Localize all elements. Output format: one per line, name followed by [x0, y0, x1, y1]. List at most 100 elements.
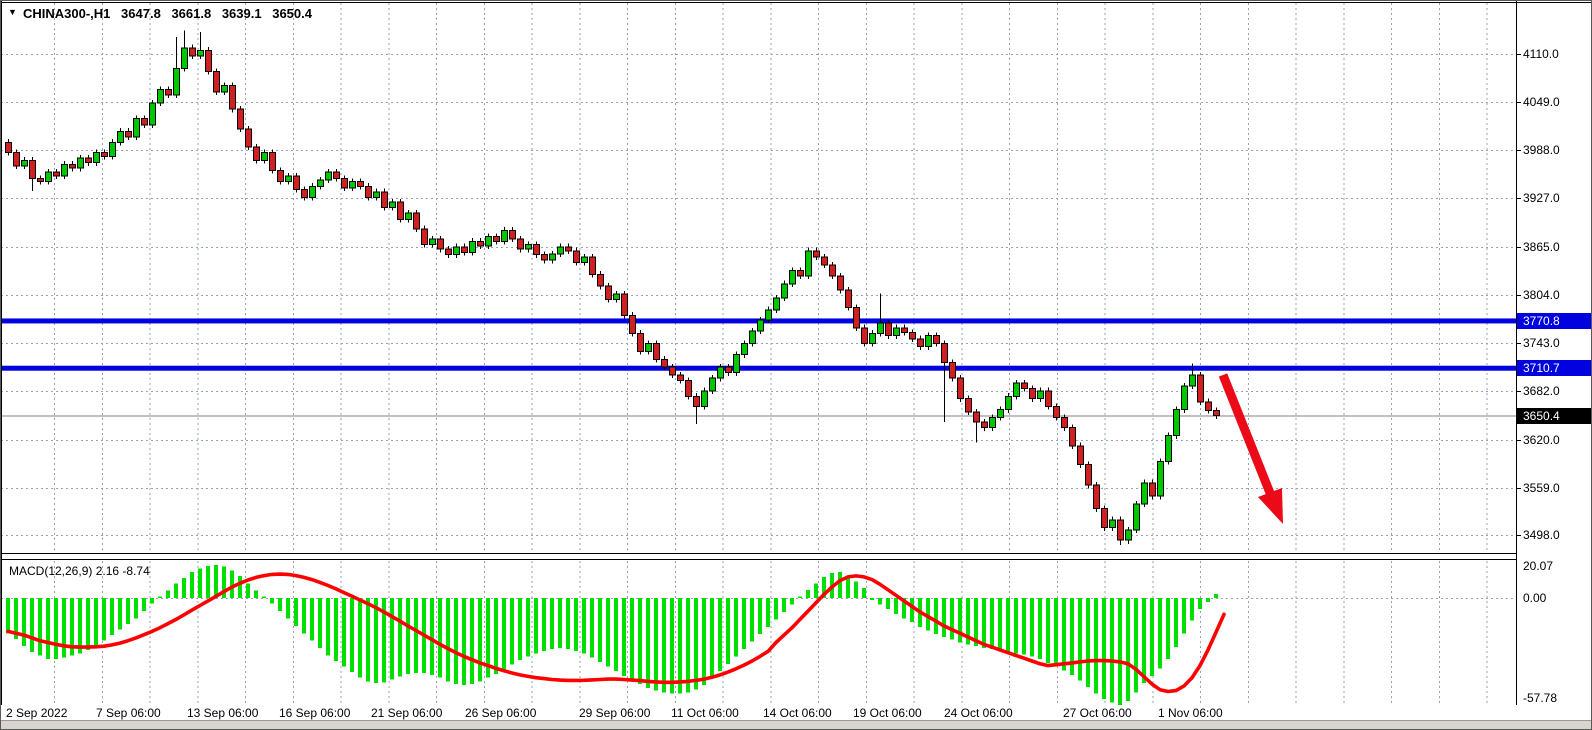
candle-body — [318, 180, 324, 186]
candle-body — [190, 48, 196, 56]
candle-body — [1030, 388, 1036, 398]
macd-histogram-bar — [150, 598, 154, 604]
macd-histogram-bar — [934, 598, 938, 634]
macd-histogram-bar — [910, 598, 914, 622]
macd-histogram-bar — [182, 578, 186, 598]
candle-body — [270, 152, 276, 170]
candle-body — [582, 257, 588, 263]
candle-body — [646, 344, 652, 352]
candle-body — [62, 164, 68, 176]
macd-histogram-bar — [94, 598, 98, 646]
candle-body — [510, 230, 516, 239]
macd-histogram-bar — [566, 598, 570, 649]
candle-body — [494, 237, 500, 242]
price-tick-label: 3682.0 — [1523, 384, 1560, 399]
candle-body — [406, 213, 412, 219]
macd-histogram-bar — [118, 598, 122, 629]
candle-body — [1158, 462, 1164, 497]
macd-histogram-bar — [230, 570, 234, 598]
candle-body — [950, 362, 956, 378]
macd-histogram-bar — [286, 598, 290, 618]
candle-body — [1054, 407, 1060, 418]
time-tick-label: 14 Oct 06:00 — [763, 706, 832, 721]
candle-body — [238, 109, 244, 129]
trend-arrow-head[interactable] — [1258, 488, 1283, 524]
candle-body — [718, 367, 724, 378]
candle-body — [1102, 509, 1108, 528]
macd-histogram-bar — [734, 598, 738, 656]
candle-body — [286, 176, 292, 182]
candle-body — [598, 274, 604, 286]
candle-body — [1118, 520, 1124, 540]
macd-histogram-bar — [990, 598, 994, 649]
price-tick-label: 4110.0 — [1523, 47, 1559, 62]
time-tick-label: 19 Oct 06:00 — [853, 706, 922, 721]
macd-histogram-bar — [854, 581, 858, 598]
candle-body — [150, 103, 156, 125]
macd-histogram-bar — [1182, 598, 1186, 633]
macd-histogram-bar — [790, 598, 794, 604]
horizontal-line-object[interactable] — [1, 366, 1516, 371]
candle-body — [350, 182, 356, 188]
macd-histogram-bar — [726, 598, 730, 664]
macd-histogram-bar — [446, 598, 450, 681]
candle-body — [854, 307, 860, 327]
candle-body — [694, 396, 700, 406]
macd-histogram-bar — [582, 598, 586, 653]
candle-body — [1206, 402, 1212, 411]
hline-price-label: 3710.7 — [1517, 360, 1592, 376]
macd-histogram-bar — [414, 598, 418, 673]
time-tick-label: 1 Nov 06:00 — [1158, 706, 1223, 721]
price-tick-label: 3498.0 — [1523, 528, 1560, 543]
candle-body — [1126, 530, 1132, 540]
macd-histogram-bar — [1062, 598, 1066, 670]
candle-body — [230, 86, 236, 110]
macd-histogram-bar — [438, 598, 442, 678]
candle-body — [462, 247, 468, 253]
candle-body — [358, 182, 364, 187]
candle-body — [942, 344, 948, 363]
macd-histogram-bar — [598, 598, 602, 662]
candle-body — [222, 86, 228, 92]
candle-body — [486, 237, 492, 246]
macd-histogram-bar — [270, 598, 274, 604]
macd-histogram-bar — [334, 598, 338, 661]
candle-body — [726, 367, 732, 373]
macd-histogram-bar — [318, 598, 322, 648]
macd-histogram-bar — [1014, 598, 1018, 653]
candle-body — [422, 229, 428, 245]
macd-histogram-bar — [454, 598, 458, 684]
hline-price-label: 3770.8 — [1517, 313, 1592, 329]
candle-body — [1190, 375, 1196, 386]
price-tick-label: 3743.0 — [1523, 336, 1560, 351]
candle-body — [142, 119, 148, 125]
macd-histogram-bar — [390, 598, 394, 679]
macd-histogram-bar — [502, 598, 506, 669]
ohlc-low: 3639.1 — [222, 6, 262, 21]
chart-canvas[interactable] — [1, 1, 1592, 730]
price-tick-label: 4049.0 — [1523, 95, 1560, 110]
price-tick-label: 3927.0 — [1523, 191, 1560, 206]
ohlc-open: 3647.8 — [121, 6, 161, 21]
macd-histogram-bar — [606, 598, 610, 666]
time-axis[interactable]: 2 Sep 20227 Sep 06:0013 Sep 06:0016 Sep … — [1, 705, 1592, 720]
macd-histogram-bar — [1054, 598, 1058, 666]
symbol-period-label: CHINA300-,H1 — [23, 6, 110, 21]
macd-zero-label: 0.00 — [1523, 591, 1546, 606]
trend-arrow-shaft[interactable] — [1223, 375, 1270, 493]
macd-histogram-bar — [558, 598, 562, 648]
time-tick-label: 24 Oct 06:00 — [944, 706, 1013, 721]
macd-histogram-bar — [326, 598, 330, 655]
symbol-dropdown-icon[interactable]: ▼ — [8, 7, 17, 17]
candle-body — [1134, 504, 1140, 530]
macd-histogram-bar — [662, 598, 666, 692]
macd-histogram-bar — [654, 598, 658, 690]
macd-histogram-bar — [1086, 598, 1090, 687]
candle-body — [366, 186, 372, 197]
macd-histogram-bar — [198, 569, 202, 599]
candle-body — [622, 294, 628, 315]
candle-body — [734, 355, 740, 373]
macd-histogram-bar — [870, 598, 874, 600]
macd-histogram-bar — [862, 588, 866, 598]
macd-histogram-bar — [126, 598, 130, 624]
